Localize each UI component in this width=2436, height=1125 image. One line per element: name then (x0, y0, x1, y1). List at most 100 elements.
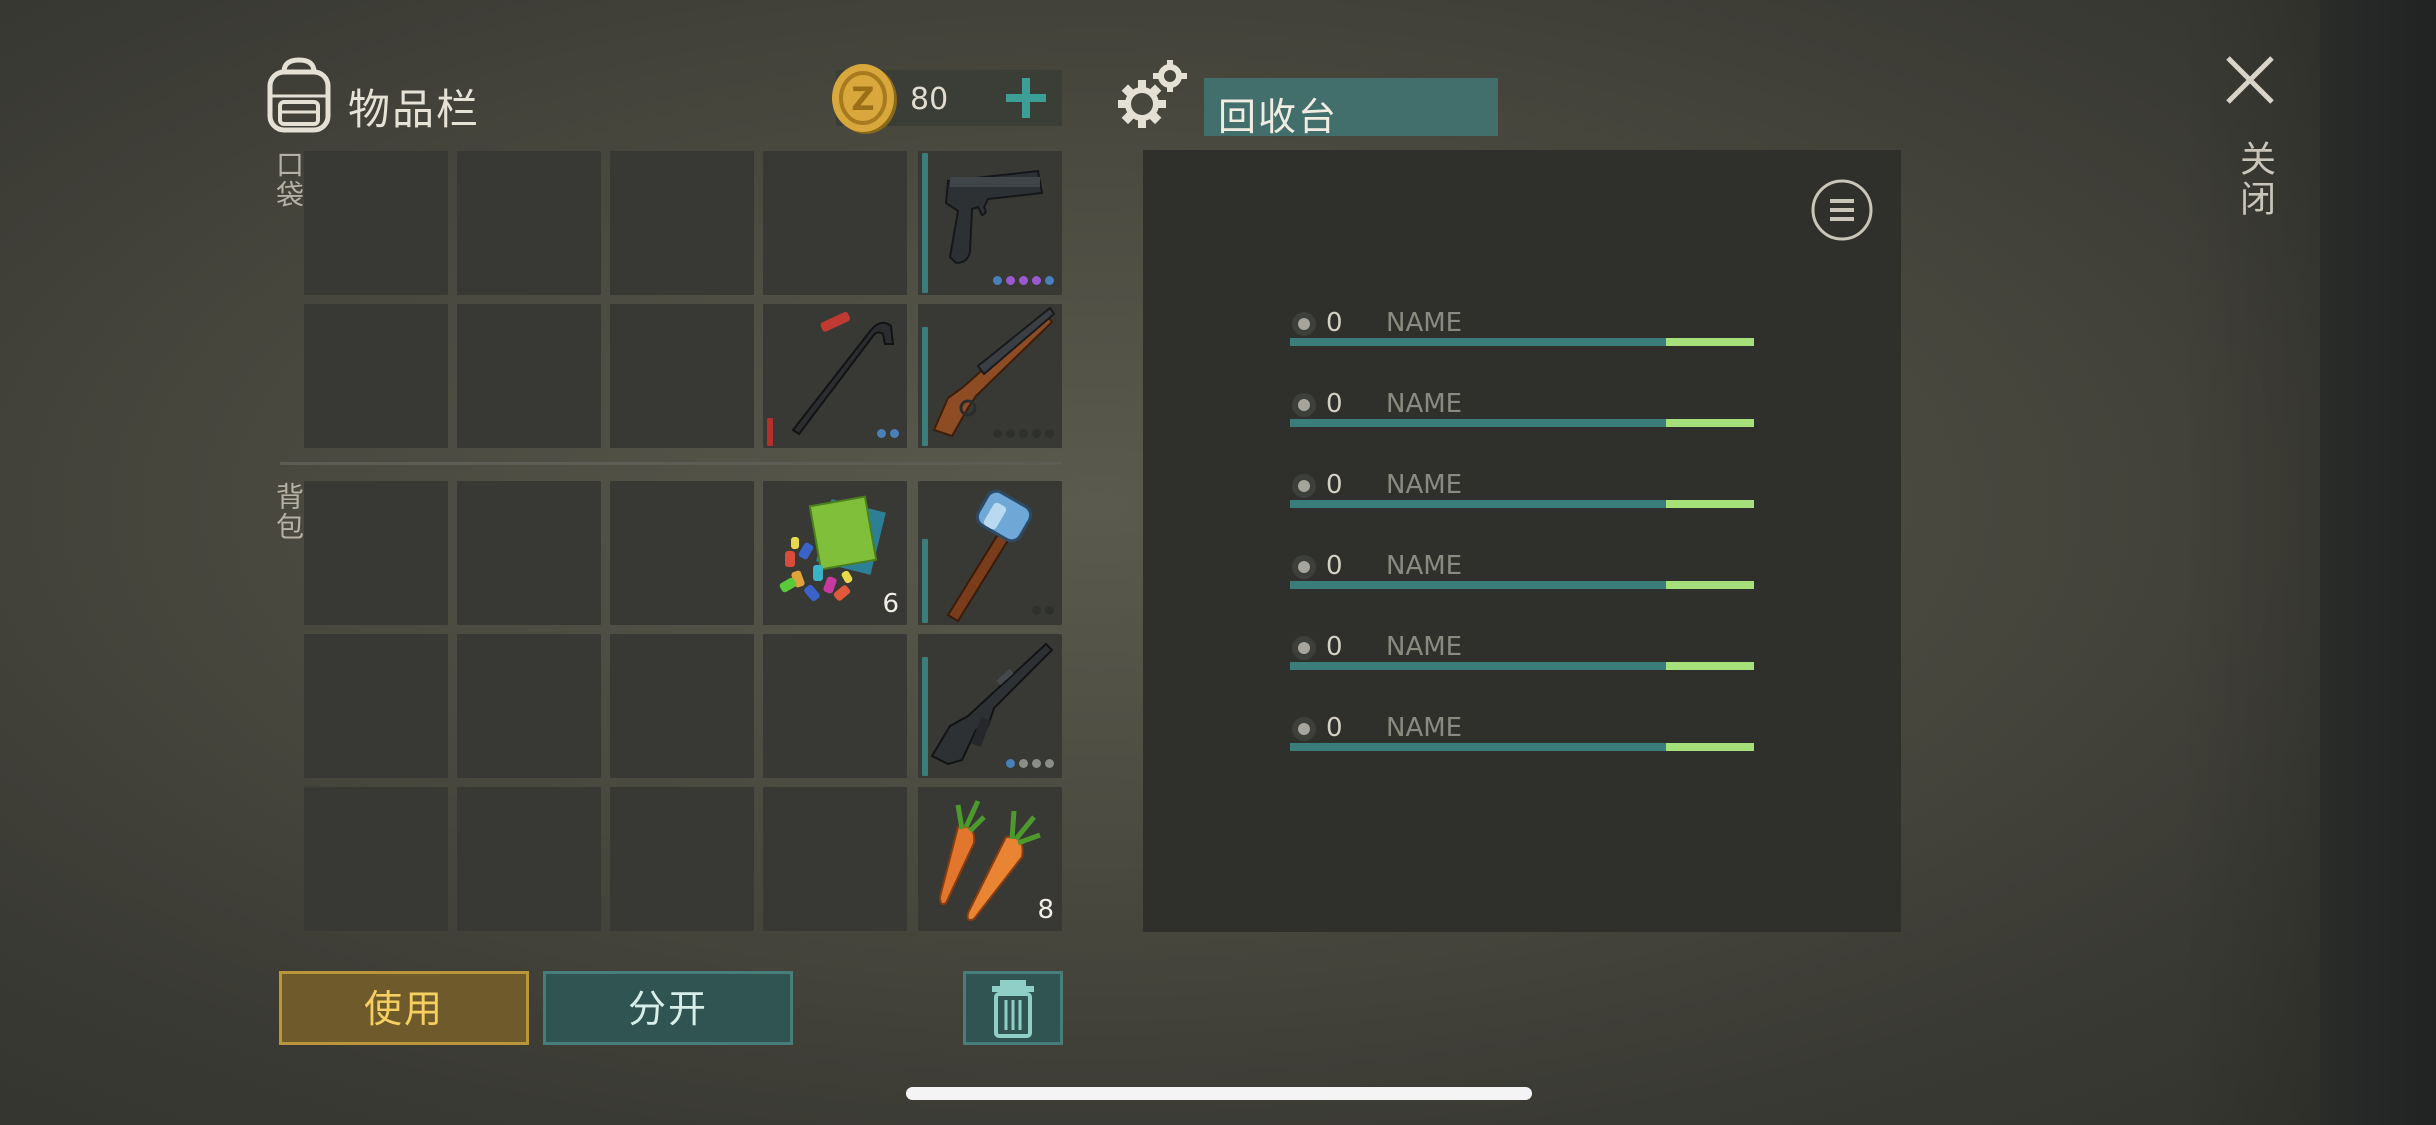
split-button[interactable]: 分开 (543, 971, 793, 1045)
inventory-slot[interactable] (610, 634, 754, 778)
inventory-slot[interactable] (457, 304, 601, 448)
output-progress-track (1290, 743, 1754, 751)
quality-dot (1006, 276, 1015, 285)
output-progress-track (1290, 419, 1754, 427)
quality-dots (993, 276, 1054, 285)
item-slot-crowbar[interactable] (763, 304, 907, 448)
inventory-slot[interactable] (763, 634, 907, 778)
inventory-slot[interactable] (610, 481, 754, 625)
quality-dot (1032, 759, 1041, 768)
inventory-slot[interactable] (304, 634, 448, 778)
output-name: NAME (1386, 551, 1463, 581)
trash-icon (992, 980, 1034, 1038)
recycler-panel (1143, 150, 1901, 932)
quality-dot (877, 429, 886, 438)
inventory-title: 物品栏 (348, 85, 481, 134)
trash-button[interactable] (963, 971, 1063, 1045)
inventory-slot[interactable] (457, 151, 601, 295)
inventory-slot[interactable] (304, 151, 448, 295)
output-amount: 0 (1326, 632, 1343, 662)
quality-dot (1045, 606, 1054, 615)
inventory-slot[interactable] (304, 481, 448, 625)
svg-text:Z: Z (851, 80, 874, 118)
quality-dots (1006, 759, 1054, 768)
quality-dot (1019, 429, 1028, 438)
output-name: NAME (1386, 632, 1463, 662)
section-divider (280, 462, 1062, 465)
quality-dot (1019, 759, 1028, 768)
recycle-output-row: 0 NAME (1290, 308, 1754, 348)
inventory-slot[interactable] (763, 787, 907, 931)
item-slot-pistol[interactable] (918, 151, 1062, 295)
home-indicator[interactable] (906, 1087, 1532, 1100)
crowbar-icon (791, 311, 895, 436)
backpack-label: 背包 (272, 482, 305, 542)
resource-dot-icon (1292, 717, 1316, 741)
inventory-slot[interactable] (457, 481, 601, 625)
backpack-icon (267, 57, 331, 133)
quality-dot (1032, 606, 1041, 615)
inventory-slot[interactable] (763, 151, 907, 295)
item-count: 8 (1037, 895, 1054, 925)
output-name: NAME (1386, 713, 1463, 743)
quality-dot (1006, 759, 1015, 768)
output-name: NAME (1386, 470, 1463, 500)
quality-dots (993, 429, 1054, 438)
quality-dot (1032, 429, 1041, 438)
recycle-output-row: 0 NAME (1290, 632, 1754, 672)
item-count: 6 (882, 589, 899, 619)
output-progress-fill (1665, 500, 1754, 508)
coin-icon: Z (832, 64, 897, 134)
inventory-slot[interactable] (610, 151, 754, 295)
output-name: NAME (1386, 308, 1463, 338)
output-progress-track (1290, 338, 1754, 346)
recycle-output-row: 0 NAME (1290, 389, 1754, 429)
pistol-icon (944, 169, 1044, 265)
quality-dots (877, 429, 899, 438)
quality-dot (1045, 276, 1054, 285)
use-button[interactable]: 使用 (279, 971, 529, 1045)
item-slot-shotgun[interactable] (918, 304, 1062, 448)
resource-dot-icon (1292, 393, 1316, 417)
right-edge-panel (2320, 0, 2436, 1125)
item-slot-blueprints[interactable]: 6 (763, 481, 907, 625)
close-label[interactable]: 关闭 (2228, 140, 2280, 220)
quality-dots (1032, 606, 1054, 615)
gears-icon (1118, 60, 1187, 128)
inventory-slot[interactable] (610, 304, 754, 448)
inventory-slot[interactable] (457, 634, 601, 778)
output-amount: 0 (1326, 389, 1343, 419)
close-icon[interactable] (2222, 52, 2278, 108)
output-progress-fill (1665, 743, 1754, 751)
recycle-output-row: 0 NAME (1290, 713, 1754, 753)
menu-icon[interactable] (1810, 178, 1874, 242)
output-amount: 0 (1326, 308, 1343, 338)
recycle-output-row: 0 NAME (1290, 470, 1754, 510)
resource-dot-icon (1292, 636, 1316, 660)
quality-dot (993, 429, 1002, 438)
shotgun-icon (932, 306, 1056, 438)
quality-dot (993, 276, 1002, 285)
output-progress-track (1290, 662, 1754, 670)
quality-dot (1045, 759, 1054, 768)
inventory-slot[interactable] (304, 304, 448, 448)
output-progress-track (1290, 581, 1754, 589)
output-amount: 0 (1326, 551, 1343, 581)
quality-dot (1032, 276, 1041, 285)
output-progress-fill (1665, 419, 1754, 427)
output-progress-fill (1665, 581, 1754, 589)
quality-dot (1045, 429, 1054, 438)
assault-rifle-icon (930, 642, 1054, 766)
inventory-slot[interactable] (304, 787, 448, 931)
item-slot-rifle[interactable] (918, 634, 1062, 778)
recycle-output-row: 0 NAME (1290, 551, 1754, 591)
quality-dot (1006, 429, 1015, 438)
sledgehammer-icon (946, 489, 1033, 623)
output-amount: 0 (1326, 713, 1343, 743)
inventory-slot[interactable] (457, 787, 601, 931)
item-slot-sledgehammer[interactable] (918, 481, 1062, 625)
item-slot-carrot[interactable]: 8 (918, 787, 1062, 931)
output-progress-track (1290, 500, 1754, 508)
inventory-slot[interactable] (610, 787, 754, 931)
add-coins-button[interactable] (1000, 72, 1052, 124)
